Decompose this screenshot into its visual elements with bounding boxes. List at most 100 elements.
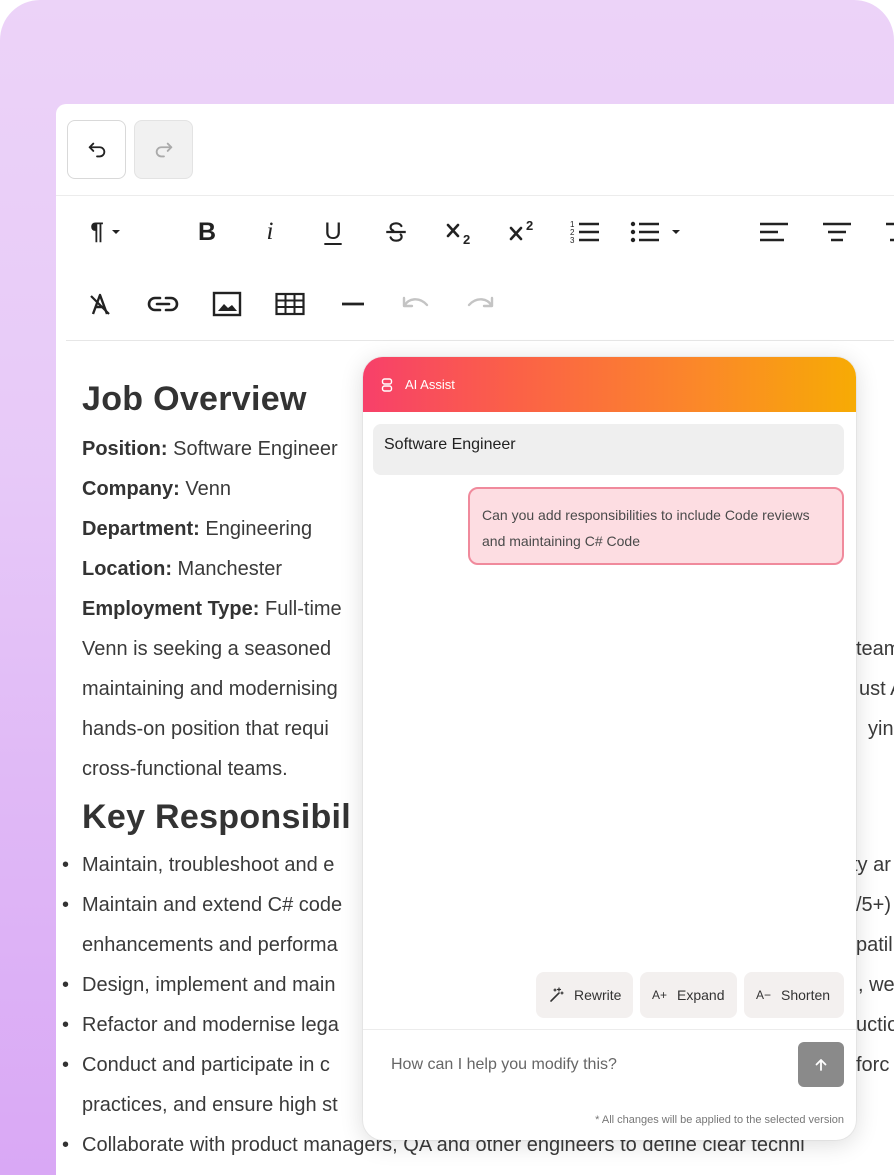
ai-assist-title: AI Assist [405,377,455,392]
expand-button[interactable]: A+ Expand [640,972,737,1018]
field-company: Company: Venn [82,478,231,501]
expand-label: Expand [677,987,725,1003]
list-item-overflow: patil [856,934,893,956]
svg-text:3: 3 [570,236,575,245]
svg-text:2: 2 [463,232,470,246]
paragraph-line-overflow: team [856,638,894,660]
ai-assist-icon [381,377,393,392]
assist-prompt-input[interactable] [391,1051,781,1079]
paragraph-line-overflow: ust A [859,678,894,700]
list-item: practices, and ensure high st [82,1094,338,1116]
list-item: enhancements and performa [82,934,338,956]
field-value: Full-time [259,598,342,620]
link-button[interactable] [141,282,185,326]
shorten-button[interactable]: A− Shorten [744,972,844,1018]
list-item-overflow: , we [858,974,894,996]
rewrite-button[interactable]: Rewrite [536,972,633,1018]
strikethrough-button[interactable] [374,210,418,254]
send-button[interactable] [798,1042,844,1087]
paragraph-line: hands-on position that requi [82,718,329,740]
magic-wand-icon [548,987,564,1003]
redo-button[interactable] [134,120,193,179]
field-location: Location: Manchester [82,558,282,581]
paragraph-line-overflow: ying [868,718,894,740]
paragraph-format-dropdown[interactable]: ¶ [78,210,134,254]
rewrite-label: Rewrite [574,987,622,1003]
align-center-icon [823,222,851,242]
field-label: Position: [82,438,168,460]
list-item: Conduct and participate in c [82,1054,330,1076]
chevron-down-icon [672,230,680,234]
formatting-toolbar: ¶ B i U 2 2 123 [56,196,894,341]
paragraph-line: Venn is seeking a seasoned [82,638,332,660]
align-left-button[interactable] [752,210,796,254]
italic-icon: i [266,218,274,245]
subscript-button[interactable]: 2 [438,210,482,254]
strikethrough-icon [386,222,406,242]
undo-button[interactable] [67,120,126,179]
field-employment-type: Employment Type: Full-time [82,598,342,621]
horizontal-rule-icon [342,302,364,306]
field-label: Company: [82,478,180,500]
bullet-dot: • [62,1134,70,1156]
list-item: Design, implement and main [82,974,336,996]
ordered-list-icon: 123 [570,220,599,245]
heading-job-overview: Job Overview [82,380,307,418]
clear-format-icon [90,293,110,315]
clear-format-button[interactable] [78,282,122,326]
table-icon [275,292,305,316]
field-label: Employment Type: [82,598,260,620]
table-button[interactable] [268,282,312,326]
bold-button[interactable]: B [185,210,229,254]
selected-context: Software Engineer [373,424,844,475]
underline-icon: U [324,218,342,245]
toolbar-redo-button[interactable] [458,282,502,326]
bold-icon: B [197,217,217,246]
shorten-label: Shorten [781,987,831,1003]
ordered-list-button[interactable]: 123 [563,210,607,254]
list-item-overflow: uctio [856,1014,894,1036]
list-item-overflow: forc [856,1054,890,1076]
link-icon [147,296,179,312]
align-center-button[interactable] [815,210,859,254]
list-item: Maintain and extend C# code [82,894,343,916]
field-label: Location: [82,558,172,580]
image-icon [212,291,242,317]
field-value: Venn [179,478,231,500]
align-right-button[interactable] [878,210,894,254]
chevron-down-icon [111,230,120,234]
apply-changes-note: * All changes will be applied to the sel… [595,1114,844,1126]
list-item: Maintain, troubleshoot and e [82,854,335,876]
image-button[interactable] [205,282,249,326]
list-item-overflow: ty ar [852,854,891,876]
history-bar [56,104,894,196]
user-message: Can you add responsibilities to include … [468,487,844,565]
list-item-overflow: /5+) [856,894,892,916]
field-label: Department: [82,518,200,540]
field-department: Department: Engineering [82,518,312,541]
bullet-dot: • [62,974,70,996]
subscript-icon: 2 [446,223,470,246]
ai-assist-header: AI Assist [363,357,856,412]
align-left-icon [760,222,788,242]
align-right-icon [886,222,894,242]
undo-icon [88,142,105,157]
italic-button[interactable]: i [248,210,292,254]
superscript-button[interactable]: 2 [501,210,545,254]
unordered-list-dropdown[interactable] [626,210,686,254]
arrow-up-icon [815,1058,827,1071]
field-value: Manchester [172,558,283,580]
bullet-dot: • [62,1014,70,1036]
svg-text:2: 2 [526,218,533,233]
ai-assist-panel: AI Assist Software Engineer Can you add … [363,357,856,1140]
toolbar-undo-button[interactable] [394,282,438,326]
input-divider [363,1029,856,1030]
undo-icon [402,296,429,308]
unordered-list-icon [630,221,659,243]
horizontal-rule-button[interactable] [331,282,375,326]
underline-button[interactable]: U [311,210,355,254]
paragraph-icon: ¶ [90,218,104,245]
toolbar-divider [66,340,894,341]
field-position: Position: Software Engineer [82,438,338,461]
paragraph-line: cross-functional teams. [82,758,288,780]
